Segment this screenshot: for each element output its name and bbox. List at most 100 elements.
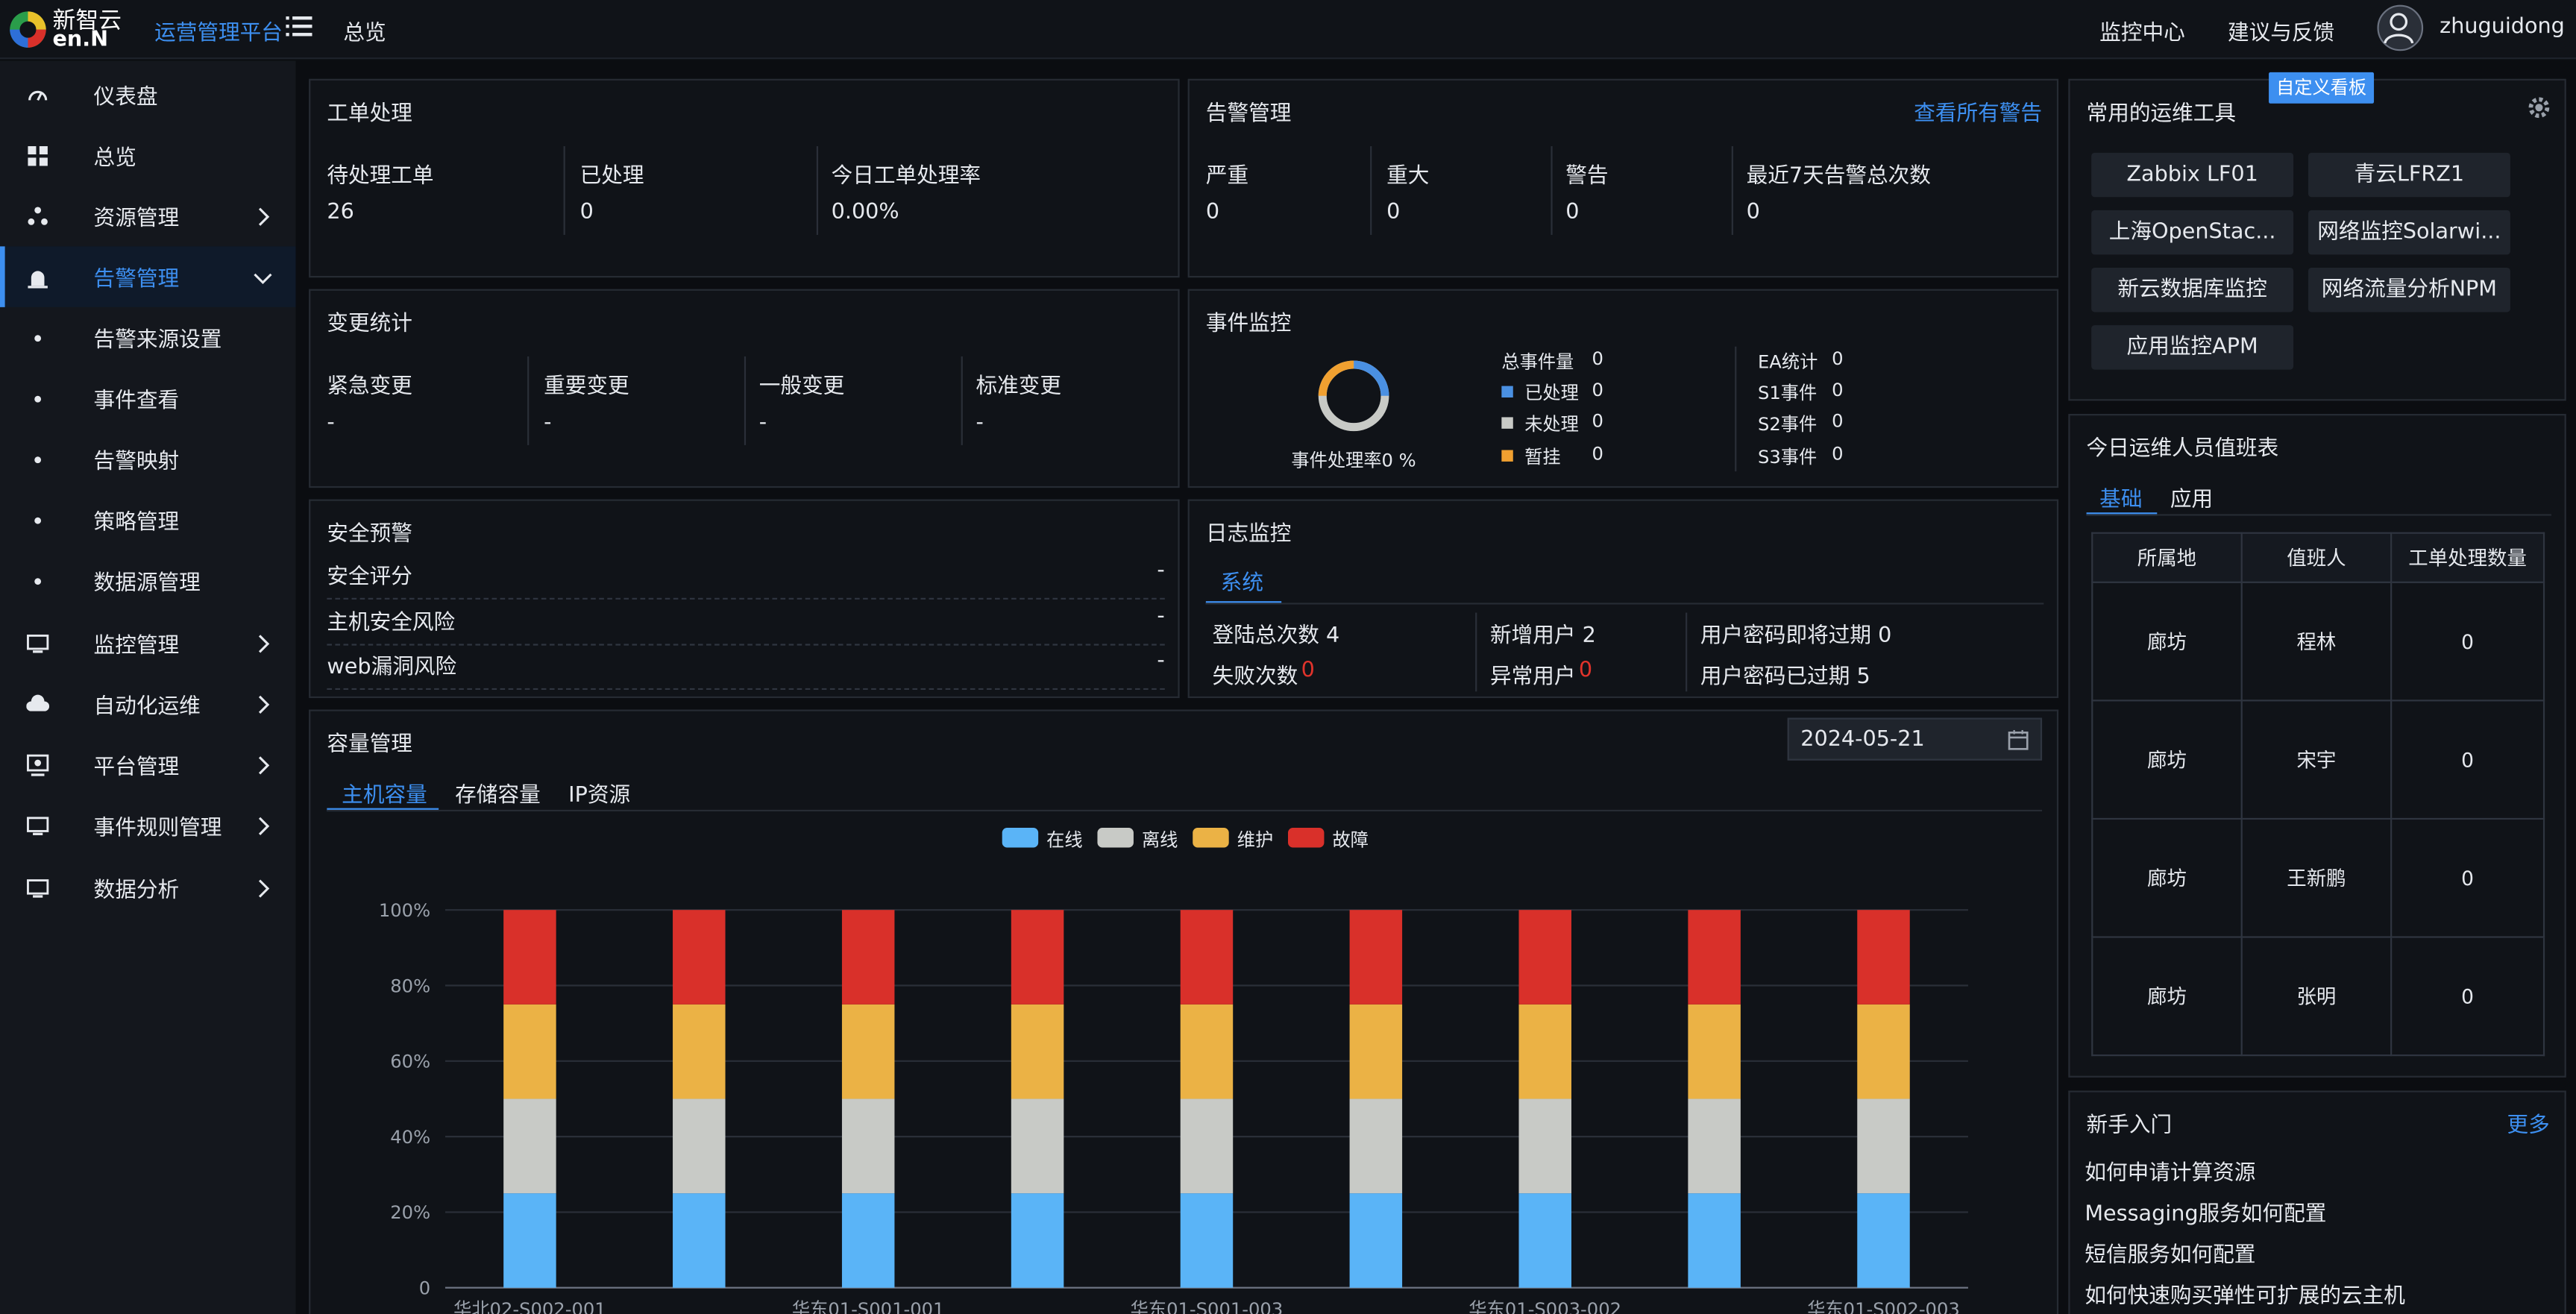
guide-item[interactable]: 如何申请计算资源 xyxy=(2085,1154,2255,1186)
table-row: 廊坊 宋宇 0 xyxy=(2091,700,2545,820)
stat-label: 重大 xyxy=(1386,164,1430,189)
bar-2-2 xyxy=(841,1004,895,1099)
security-row: 安全评分 - xyxy=(327,555,1165,600)
bar-2-1 xyxy=(673,1004,726,1099)
bar-1-0 xyxy=(503,1098,556,1194)
divider xyxy=(744,356,747,445)
sidebar-item-dashboard[interactable]: 仪表盘 xyxy=(0,64,296,125)
sidebar-item-analysis[interactable]: 数据分析 xyxy=(0,858,296,918)
guide-item[interactable]: Messaging服务如何配置 xyxy=(2085,1195,2326,1227)
tool-npm[interactable]: 网络流量分析NPM xyxy=(2308,268,2510,312)
bar-0-8 xyxy=(1857,1193,1910,1288)
bar-1-7 xyxy=(1688,1098,1741,1194)
tool-solarwinds[interactable]: 网络监控Solarwi... xyxy=(2308,210,2510,255)
divider xyxy=(527,356,530,445)
guide-item[interactable]: 如何快速购买弹性可扩展的云主机 xyxy=(2085,1278,2405,1309)
sidebar-item-label: 告警来源设置 xyxy=(93,328,222,353)
stat-label: 今日工单处理率 xyxy=(831,164,981,189)
tab-system[interactable]: 系统 xyxy=(1221,565,1263,596)
menu-toggle-icon[interactable] xyxy=(286,15,312,38)
sidebar-subitem-alarm-mapping[interactable]: 告警映射 xyxy=(0,429,296,489)
stat-label: 待处理工单 xyxy=(327,164,434,189)
dashboard-icon xyxy=(28,89,48,100)
y-tick-label: 40% xyxy=(390,1127,430,1148)
user-name[interactable]: zhuguidong xyxy=(2440,15,2565,40)
tools-panel: 常用的运维工具 自定义看板 Zabbix LF01 青云LFRZ1 上海Open… xyxy=(2068,72,2566,401)
tool-openstack[interactable]: 上海OpenStac... xyxy=(2091,210,2294,255)
sidebar-item-event-rules[interactable]: 事件规则管理 xyxy=(0,795,296,855)
sidebar-item-resources[interactable]: 资源管理 xyxy=(0,186,296,246)
table-row: 廊坊 王新鹏 0 xyxy=(2091,817,2545,938)
bar-1-5 xyxy=(1349,1098,1403,1194)
tool-db-monitor[interactable]: 新云数据库监控 xyxy=(2091,268,2294,312)
change-stats-panel: 变更统计 紧急变更 - 重要变更 - 一般变更 - 标准变更 - xyxy=(309,289,1180,488)
security-row-label: web漏洞风险 xyxy=(327,655,457,680)
stat-label: 紧急变更 xyxy=(327,374,412,400)
panel-title: 日志监控 xyxy=(1205,522,1292,547)
bar-1-4 xyxy=(1180,1098,1234,1194)
event-total-label: 总事件量 xyxy=(1501,351,1574,373)
bar-3-3 xyxy=(1011,910,1064,1005)
view-all-alarms-link[interactable]: 查看所有警告 xyxy=(1914,95,2042,127)
capacity-chart: 0 20% 40% 60% 80% 100% 华北02-S002-001 华东01-S001-… xyxy=(379,900,1968,1314)
nav-monitor-center[interactable]: 监控中心 xyxy=(2099,15,2185,46)
gear-icon[interactable] xyxy=(2525,94,2553,122)
bar-3-7 xyxy=(1688,910,1741,1005)
sidebar-subitem-alarm-source[interactable]: 告警来源设置 xyxy=(0,307,296,368)
warning-value: 0 xyxy=(1565,200,1580,225)
divider xyxy=(1475,612,1477,692)
bar-2-8 xyxy=(1857,1004,1910,1099)
column-header: 工单处理数量 xyxy=(2390,532,2545,583)
tab-basic[interactable]: 基础 xyxy=(2099,481,2142,512)
divider xyxy=(1370,146,1372,235)
abnormal-value: 0 xyxy=(1578,658,1593,684)
avatar[interactable] xyxy=(2377,4,2424,51)
bar-0-7 xyxy=(1688,1193,1741,1288)
processed-swatch xyxy=(1501,386,1513,398)
sidebar-item-alarms[interactable]: 告警管理 xyxy=(0,246,296,307)
rule-icon xyxy=(27,816,49,834)
sidebar-item-platform[interactable]: 平台管理 xyxy=(0,735,296,795)
stat-label: 已处理 xyxy=(579,164,644,189)
stat-label: 最近7天告警总次数 xyxy=(1746,164,1931,189)
nav-feedback[interactable]: 建议与反馈 xyxy=(2228,15,2334,46)
tool-zabbix[interactable]: Zabbix LF01 xyxy=(2091,152,2294,198)
bar-0-3 xyxy=(1011,1193,1064,1288)
fail-value: 0 xyxy=(1301,658,1315,684)
done-orders-value: 0 xyxy=(579,200,594,225)
table-cell: 王新鹏 xyxy=(2240,817,2393,938)
tab-application[interactable]: 应用 xyxy=(2170,481,2213,512)
work-order-panel: 工单处理 待处理工单 26 已处理 0 今日工单处理率 0.00% xyxy=(309,78,1180,278)
custom-board-tag[interactable]: 自定义看板 xyxy=(2269,72,2375,104)
security-row-value: - xyxy=(1157,558,1165,583)
sidebar-item-label: 数据分析 xyxy=(93,878,180,904)
x-tick-label: 华北02-S002-001 xyxy=(453,1299,606,1314)
sidebar-subitem-policy[interactable]: 策略管理 xyxy=(0,489,296,550)
table-cell: 廊坊 xyxy=(2091,700,2243,820)
tool-apm[interactable]: 应用监控APM xyxy=(2091,325,2294,370)
bar-1-6 xyxy=(1518,1098,1571,1194)
divider xyxy=(816,146,818,235)
event-donut-chart xyxy=(1318,360,1389,432)
bar-2-3 xyxy=(1011,1004,1064,1099)
panel-title: 告警管理 xyxy=(1205,101,1292,127)
event-rate-caption: 事件处理率0 % xyxy=(1291,450,1416,472)
sidebar-subitem-events[interactable]: 事件查看 xyxy=(0,368,296,428)
y-tick-label: 100% xyxy=(379,900,430,921)
column-header: 所属地 xyxy=(2091,532,2243,583)
tool-qingyun[interactable]: 青云LFRZ1 xyxy=(2308,152,2510,198)
x-tick-label: 华东01-S001-001 xyxy=(792,1299,945,1314)
guide-item[interactable]: 短信服务如何配置 xyxy=(2085,1236,2255,1268)
guide-more-link[interactable]: 更多 xyxy=(2507,1107,2549,1138)
table-cell: 0 xyxy=(2390,581,2545,702)
unprocessed-label: 未处理 xyxy=(1524,414,1579,436)
sidebar-item-monitoring[interactable]: 监控管理 xyxy=(0,613,296,673)
sidebar-subitem-datasource[interactable]: 数据源管理 xyxy=(0,550,296,611)
chevron-right-icon xyxy=(258,816,270,834)
sidebar-item-overview[interactable]: 总览 xyxy=(0,125,296,185)
platform-title[interactable]: 运营管理平台 xyxy=(154,15,283,46)
bullet-icon xyxy=(34,577,42,584)
security-panel: 安全预警 安全评分 - 主机安全风险 - web漏洞风险 - xyxy=(309,499,1180,699)
sidebar-item-automation[interactable]: 自动化运维 xyxy=(0,673,296,734)
bar-0-0 xyxy=(503,1193,556,1288)
